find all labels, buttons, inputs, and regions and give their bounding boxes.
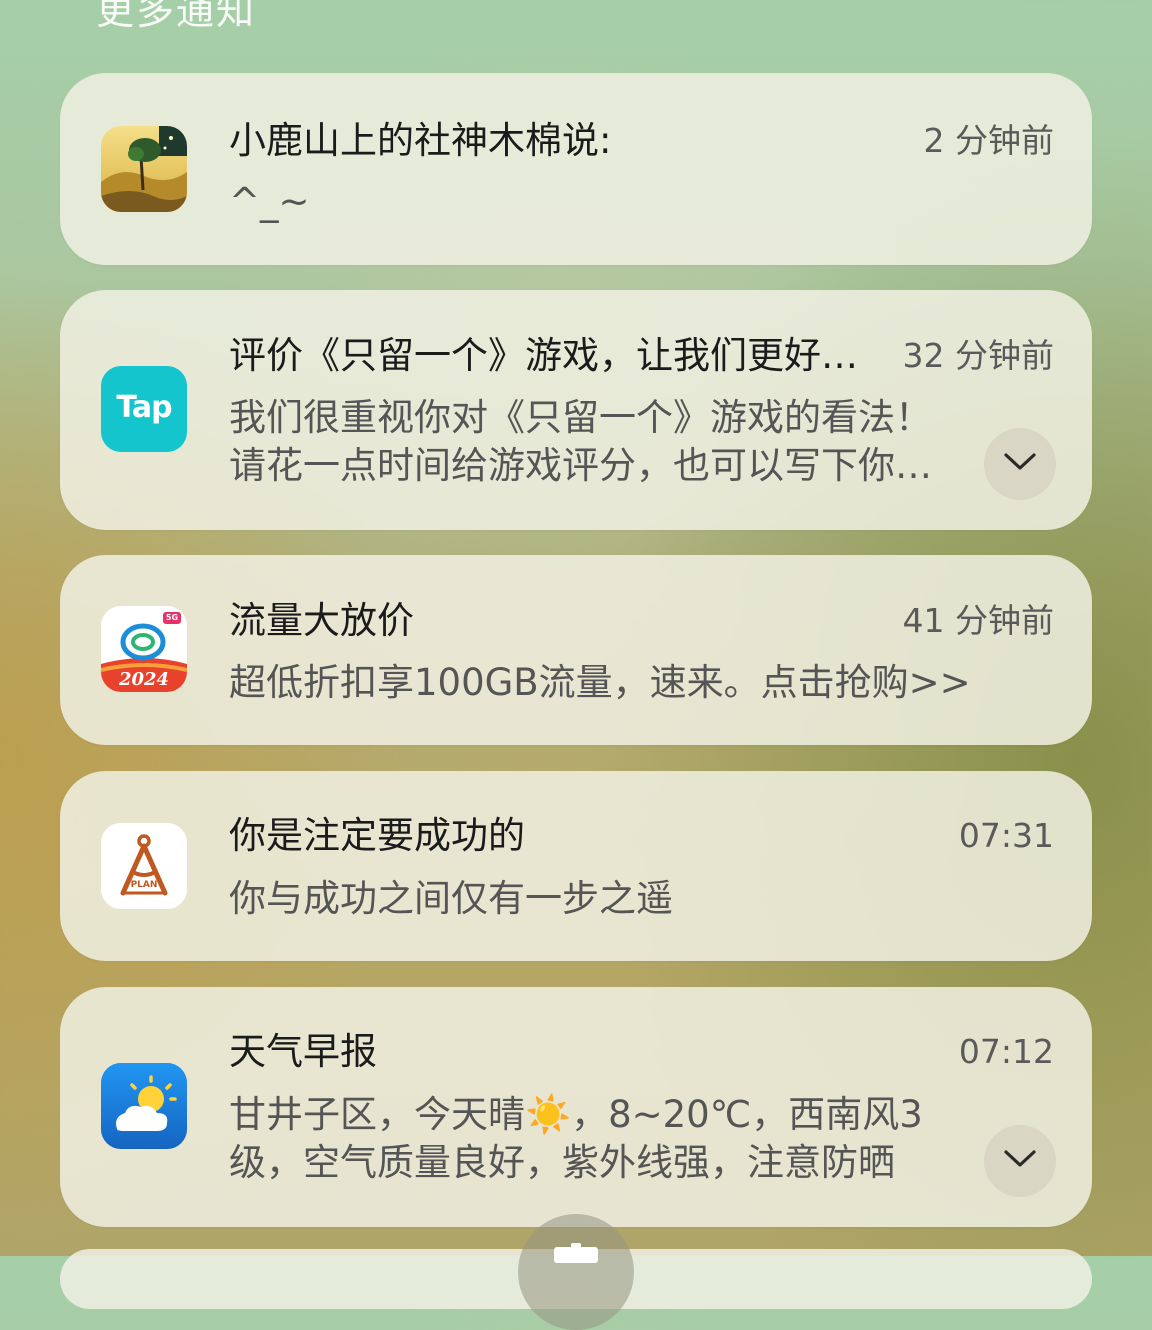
deer-mountain-tree-icon [101,126,187,212]
notification-time: 2 分钟前 [923,121,1055,160]
chevron-down-icon [1003,1149,1037,1173]
notification-title: 流量大放价 [229,599,414,642]
taptap-icon: Tap [101,366,187,452]
trash-icon [546,1243,606,1263]
chevron-down-icon [1003,452,1037,476]
notification-card[interactable]: 天气早报 07:12 甘井子区，今天晴☀️，8~20℃，西南风3级，空气质量良好… [60,987,1092,1227]
expand-button[interactable] [984,428,1056,500]
expand-button[interactable] [984,1125,1056,1197]
notification-title: 小鹿山上的社神木棉说: [229,119,612,162]
notification-card[interactable]: PLAN 你是注定要成功的 07:31 你与成功之间仅有一步之遥 [60,771,1092,961]
taptap-logo-text: Tap [116,390,172,425]
plan-text: PLAN [130,880,158,890]
notification-time: 41 分钟前 [902,601,1054,640]
notification-body: 你与成功之间仅有一步之遥 [229,877,673,920]
notification-time: 32 分钟前 [902,336,1054,375]
clear-notifications-button[interactable] [518,1214,634,1330]
notification-card[interactable]: Tap 评价《只留一个》游戏，让我们更好地了解你的喜好 32 分钟前 我们很重视… [60,290,1092,530]
network-5g-badge: 5G [165,613,179,622]
notification-card[interactable]: 小鹿山上的社神木棉说: 2 分钟前 ^_~ [60,73,1092,265]
weather-sun-cloud-icon [101,1063,187,1149]
notification-title: 天气早报 [229,1030,377,1073]
notification-time: 07:12 [958,1032,1054,1071]
notification-time: 07:31 [958,816,1054,855]
notification-card[interactable]: 5G 2024 流量大放价 41 分钟前 超低折扣享100GB流量，速来。点击抢… [60,555,1092,745]
china-mobile-icon: 5G 2024 [101,606,187,692]
notification-body: 我们很重视你对《只留一个》游戏的看法！请花一点时间给游戏评分，也可以写下你的评价 [229,396,932,487]
notification-body: 超低折扣享100GB流量，速来。点击抢购>> [229,661,971,704]
notification-body: ^_~ [229,180,310,223]
notification-title: 你是注定要成功的 [229,814,525,857]
section-title: 更多通知 [96,0,257,33]
notification-body: 甘井子区，今天晴☀️，8~20℃，西南风3级，空气质量良好，紫外线强，注意防晒 [229,1093,923,1184]
year-badge: 2024 [118,669,170,690]
compass-plan-icon: PLAN [101,823,187,909]
notification-title: 评价《只留一个》游戏，让我们更好地了解你的喜好 [229,334,861,377]
